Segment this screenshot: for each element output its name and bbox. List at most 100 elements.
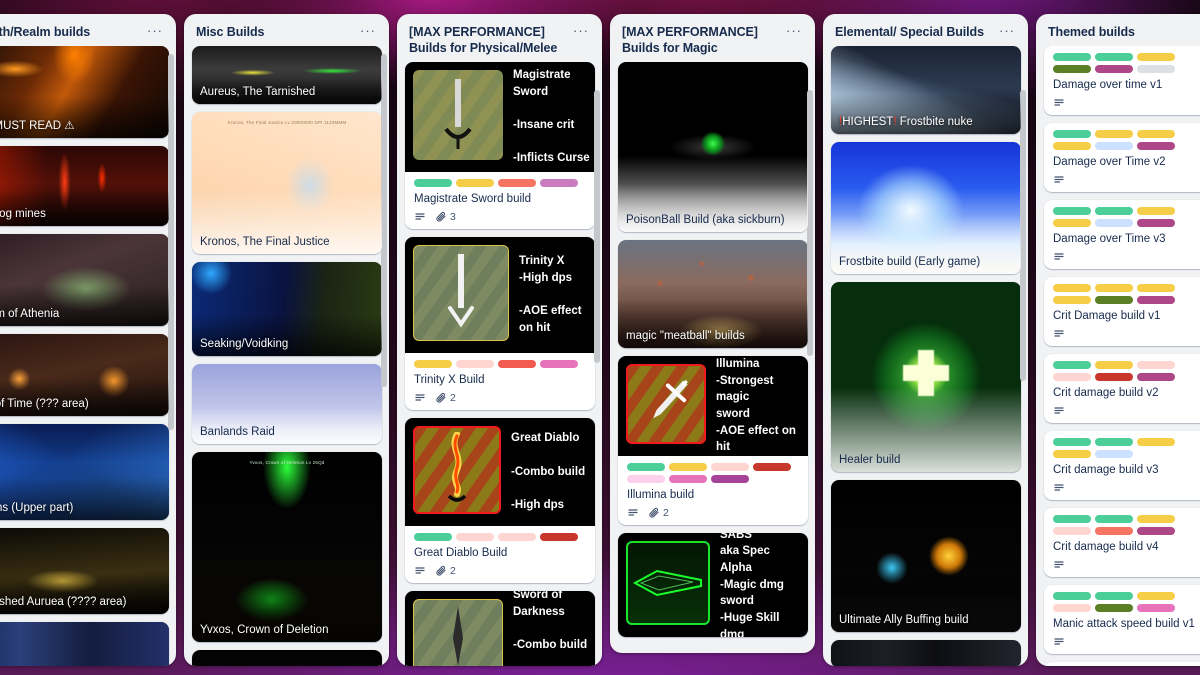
board-card[interactable]: Aureus, The Tarnished [192,46,382,104]
card-label[interactable] [1095,141,1133,150]
card-label[interactable] [1053,514,1091,523]
card-label[interactable] [1095,437,1133,446]
card-label[interactable] [1095,449,1133,458]
card-label[interactable] [1137,283,1175,292]
card-label[interactable] [498,532,536,541]
card-label[interactable] [414,359,452,368]
card-label[interactable] [1137,360,1175,369]
card-cover[interactable]: !HIGHEST! Frostbite nuke [831,46,1021,134]
card-cover[interactable]: magic "meatball" builds [618,240,808,348]
card-label[interactable] [456,359,494,368]
card-label[interactable] [1137,129,1175,138]
card-label[interactable] [627,475,665,483]
card-label[interactable] [498,179,536,187]
card-label[interactable] [1095,283,1133,292]
card-cover[interactable]: Chronobonum ,Everangel Lv 10T [192,650,382,666]
board-card[interactable]: !HIGHEST! Frostbite nuke [831,46,1021,134]
board-card[interactable]: Healer build [831,282,1021,472]
card-label[interactable] [1137,53,1175,61]
list-scrollbar[interactable] [807,54,813,647]
card-label[interactable] [1137,218,1175,227]
list-menu-icon[interactable]: ··· [996,24,1018,38]
card-label[interactable] [540,359,578,368]
board-card[interactable]: SABS aka Spec Alpha -Magic dmg sword -Huge … [618,532,808,637]
card-cover[interactable]: arnished Auruea (???? area) [0,528,169,614]
card-cover[interactable]: Frostbite build (Early game) [831,142,1021,274]
board-card[interactable]: Yvxos, Crown of Deletion Lv 25Qd Yvxos, C… [192,452,382,642]
card-label[interactable] [1095,129,1133,138]
card-label[interactable] [1053,591,1091,600]
list-title[interactable]: Elemental/ Special Builds [835,24,992,40]
card-cover[interactable]: SABS aka Spec Alpha -Magic dmg sword -Huge … [618,532,808,637]
board-card[interactable]: Damage over Time v3 [1044,199,1200,269]
card-label[interactable] [498,359,536,368]
scrollbar-thumb[interactable] [594,90,600,364]
board-card[interactable]: Banlands Raid [192,364,382,444]
card-cover[interactable]: Magistrate Sword -Insane crit -Inflicts C… [405,62,595,172]
board-card[interactable]: Kronos, The Final Justice Lv 20000000 DP… [192,112,382,254]
card-cover[interactable]: Yvxos, Crown of Deletion Lv 25Qd Yvxos, C… [192,452,382,642]
card-cover[interactable]: Sword ofDarkness -Combo build -good dama… [405,590,595,666]
board-card[interactable]: Damage over time v1 [1044,46,1200,115]
card-label[interactable] [1137,526,1175,535]
card-label[interactable] [1095,603,1133,612]
card-label[interactable] [1095,65,1133,73]
list-scrollbar[interactable] [594,54,600,660]
board-card[interactable]: PoisonBall Build (aka sickburn) [618,62,808,232]
card-cover[interactable]: ealm of Athenia [0,234,169,326]
card-cover[interactable]: tamog mines [0,146,169,226]
board-card[interactable]: epths (Upper part) [0,424,169,520]
card-label[interactable] [1137,603,1175,612]
card-cover[interactable]: epths (Upper part) [0,424,169,520]
card-label[interactable] [669,475,707,483]
board-card[interactable]: ⚠ MUST READ ⚠ [0,46,169,138]
card-label[interactable] [1053,53,1091,61]
card-label[interactable] [1053,283,1091,292]
list-menu-icon[interactable]: ··· [144,24,166,38]
card-label[interactable] [1053,372,1091,381]
board-card[interactable]: Trinity X -High dps -AOE effect on hit Tri… [405,236,595,410]
list-title[interactable]: Misc Builds [196,24,353,40]
card-label[interactable] [1137,295,1175,304]
card-label[interactable] [1095,591,1133,600]
board-card[interactable]: Great Diablo -Combo build -High dps Great… [405,417,595,583]
list-title[interactable]: ebirth/Realm builds [0,24,140,40]
board-card[interactable]: Manic attack speed v2 [1044,661,1200,666]
card-label[interactable] [1137,437,1175,446]
board-card[interactable]: Crit Damage build v1 [1044,276,1200,346]
card-label[interactable] [540,179,578,187]
card-label[interactable] [1095,295,1133,304]
card-label[interactable] [753,463,791,471]
card-cover[interactable]: Trinity X -High dps -AOE effect on hit [405,236,595,353]
card-label[interactable] [1053,141,1091,150]
board-card[interactable]: Magistrate Sword -Insane crit -Inflicts C… [405,62,595,229]
card-label[interactable] [1095,372,1133,381]
card-label[interactable] [1137,591,1175,600]
list-title[interactable]: [MAX PERFORMANCE] Builds for Magic [622,24,779,56]
card-label[interactable] [1053,129,1091,138]
card-label[interactable] [1053,360,1091,369]
card-label[interactable] [456,179,494,187]
list-menu-icon[interactable]: ··· [357,24,379,38]
list-menu-icon[interactable]: ··· [783,24,805,38]
card-label[interactable] [1053,603,1091,612]
card-cover[interactable]: ⚠ MUST READ ⚠ [0,46,169,138]
card-cover[interactable]: Great Diablo -Combo build -High dps [405,417,595,526]
card-label[interactable] [1095,360,1133,369]
card-cover[interactable]: Kronos, The Final Justice Lv 20000000 DP… [192,112,382,254]
list-scrollbar[interactable] [168,54,174,660]
board-card[interactable]: Sword ofDarkness -Combo build -good dama… [405,590,595,666]
board-card[interactable] [0,622,169,666]
card-cover[interactable]: Healer build [831,282,1021,472]
card-label[interactable] [414,532,452,541]
card-cover[interactable]: Aureus, The Tarnished [192,46,382,104]
board-card[interactable]: Illumina -Strongest magic sword -AOE effe… [618,356,808,525]
board-card[interactable]: Frostbite build (Early game) [831,142,1021,274]
card-label[interactable] [669,463,707,471]
card-label[interactable] [540,532,578,541]
card-label[interactable] [1053,295,1091,304]
card-label[interactable] [1137,372,1175,381]
card-cover[interactable] [831,640,1021,666]
card-label[interactable] [627,463,665,471]
card-cover[interactable]: Banlands Raid [192,364,382,444]
